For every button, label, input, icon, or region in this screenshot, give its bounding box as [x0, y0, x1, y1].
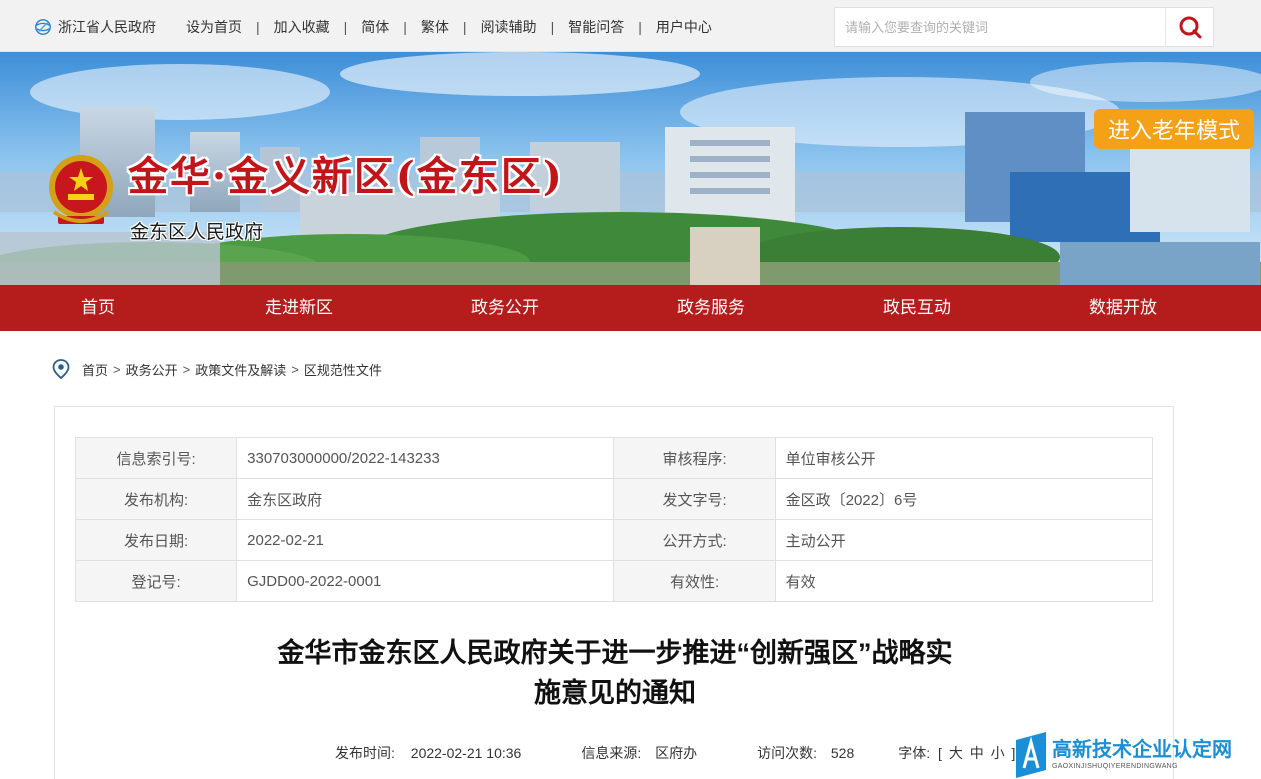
separator: |: [462, 19, 467, 35]
nav-item-about-district[interactable]: 走进新区: [196, 285, 402, 331]
table-row: 登记号: GJDD00-2022-0001 有效性: 有效: [74, 560, 1154, 602]
info-value-index: 330703000000/2022-143233: [236, 437, 615, 479]
visit-count-label: 访问次数:: [757, 745, 817, 761]
document-meta: 发布时间: 2022-02-21 10:36 信息来源: 区府办 访问次数: 5…: [335, 743, 1045, 763]
set-homepage-link[interactable]: 设为首页: [186, 17, 242, 37]
user-center-link[interactable]: 用户中心: [656, 17, 712, 37]
document-title: 金华市金东区人民政府关于进一步推进“创新强区”战略实 施意见的通知: [55, 633, 1175, 713]
province-portal-label: 浙江省人民政府: [58, 19, 156, 35]
site-brand-title: 金华·金义新区(金东区): [128, 153, 564, 200]
location-pin-icon: [52, 359, 70, 379]
font-size-label: 字体:: [898, 745, 931, 761]
font-size-large-button[interactable]: 大: [949, 745, 963, 761]
info-source: 信息来源: 区府办: [581, 743, 697, 763]
national-emblem-icon: [49, 155, 113, 224]
visit-count: 访问次数: 528: [757, 743, 854, 763]
reading-assist-link[interactable]: 阅读辅助: [481, 17, 537, 37]
separator: |: [638, 19, 642, 35]
info-value-doc-number: 金区政〔2022〕6号: [774, 478, 1154, 520]
top-links: 设为首页 | 加入收藏 | 简体 | 繁体 | 阅读辅助 | 智能问答 | 用户…: [186, 17, 712, 37]
province-portal-link[interactable]: 浙江省人民政府: [34, 17, 156, 37]
info-value-disclosure: 主动公开: [774, 519, 1154, 561]
search-input[interactable]: [835, 8, 1165, 46]
globe-icon: [35, 19, 51, 35]
site-brand-subtitle: 金东区人民政府: [130, 222, 264, 243]
visit-count-value: 528: [830, 745, 855, 761]
publish-time: 发布时间: 2022-02-21 10:36: [335, 743, 521, 763]
publish-time-value: 2022-02-21 10:36: [410, 745, 522, 761]
info-label-disclosure: 公开方式:: [613, 519, 776, 561]
site-banner: 金华·金义新区(金东区) 金东区人民政府 进入老年模式: [0, 52, 1261, 285]
breadcrumb-policy-documents[interactable]: 政策文件及解读: [195, 360, 286, 379]
article-container: 信息索引号: 330703000000/2022-143233 审核程序: 单位…: [54, 406, 1174, 779]
table-row: 信息索引号: 330703000000/2022-143233 审核程序: 单位…: [74, 437, 1154, 479]
elder-mode-button[interactable]: 进入老年模式: [1094, 109, 1254, 149]
nav-item-home[interactable]: 首页: [0, 285, 196, 331]
info-value-registration: GJDD00-2022-0001: [236, 560, 615, 602]
font-size-bracket-open: [: [938, 745, 942, 761]
add-favorite-link[interactable]: 加入收藏: [274, 17, 330, 37]
table-row: 发布机构: 金东区政府 发文字号: 金区政〔2022〕6号: [74, 478, 1154, 520]
publish-time-label: 发布时间:: [335, 745, 395, 761]
separator: |: [403, 19, 407, 35]
watermark-pinyin: GAOXINJISHUQIYERENDINGWANG: [1052, 763, 1178, 770]
breadcrumb: 首页 > 政务公开 > 政策文件及解读 > 区规范性文件: [52, 358, 382, 380]
font-size-control: 字体: [ 大 中 小 ]: [898, 743, 1015, 763]
info-label-review: 审核程序:: [613, 437, 776, 479]
font-size-medium-button[interactable]: 中: [970, 745, 984, 761]
info-label-registration: 登记号:: [74, 560, 238, 602]
separator: |: [550, 19, 555, 35]
separator: |: [256, 19, 260, 35]
nav-item-open-data[interactable]: 数据开放: [1020, 285, 1226, 331]
breadcrumb-separator: >: [113, 361, 121, 377]
site-watermark: 高新技术企业认定网 GAOXINJISHUQIYERENDINGWANG: [1014, 730, 1261, 779]
top-bar: 浙江省人民政府 设为首页 | 加入收藏 | 简体 | 繁体 | 阅读辅助 | 智…: [0, 0, 1261, 52]
separator: |: [343, 19, 348, 35]
table-row: 发布日期: 2022-02-21 公开方式: 主动公开: [74, 519, 1154, 561]
info-label-date: 发布日期:: [74, 519, 238, 561]
search-button[interactable]: [1165, 8, 1213, 46]
breadcrumb-separator: >: [291, 361, 299, 377]
breadcrumb-separator: >: [182, 361, 191, 377]
info-label-issuer: 发布机构:: [74, 478, 238, 520]
smart-qa-link[interactable]: 智能问答: [568, 17, 624, 37]
info-source-label: 信息来源:: [581, 745, 642, 761]
info-source-value: 区府办: [655, 745, 698, 761]
search-icon: [1179, 16, 1201, 39]
main-nav: 首页 走进新区 政务公开 政务服务 政民互动 数据开放: [0, 285, 1261, 331]
watermark-text: 高新技术企业认定网: [1052, 739, 1232, 761]
breadcrumb-government-affairs[interactable]: 政务公开: [126, 360, 178, 379]
nav-item-government-services[interactable]: 政务服务: [608, 285, 814, 331]
info-value-date: 2022-02-21: [236, 519, 615, 561]
info-label-validity: 有效性:: [613, 560, 776, 602]
font-size-small-button[interactable]: 小: [991, 745, 1005, 761]
search-box: [834, 7, 1214, 47]
document-title-line-2: 施意见的通知: [534, 678, 696, 708]
document-info-table: 信息索引号: 330703000000/2022-143233 审核程序: 单位…: [74, 437, 1154, 602]
info-label-doc-number: 发文字号:: [613, 478, 776, 520]
traditional-chinese-link[interactable]: 繁体: [421, 17, 449, 37]
breadcrumb-district-normative-docs[interactable]: 区规范性文件: [304, 360, 382, 379]
breadcrumb-home[interactable]: 首页: [82, 360, 108, 379]
info-value-review: 单位审核公开: [774, 437, 1154, 479]
info-value-issuer: 金东区政府: [236, 478, 615, 520]
document-title-line-1: 金华市金东区人民政府关于进一步推进“创新强区”战略实: [277, 638, 953, 668]
nav-item-government-affairs[interactable]: 政务公开: [402, 285, 608, 331]
simplified-chinese-link[interactable]: 简体: [361, 17, 389, 37]
nav-item-public-interaction[interactable]: 政民互动: [814, 285, 1020, 331]
watermark-logo-icon: [1016, 731, 1046, 778]
info-value-validity: 有效: [774, 560, 1154, 602]
info-label-index: 信息索引号:: [74, 437, 238, 479]
